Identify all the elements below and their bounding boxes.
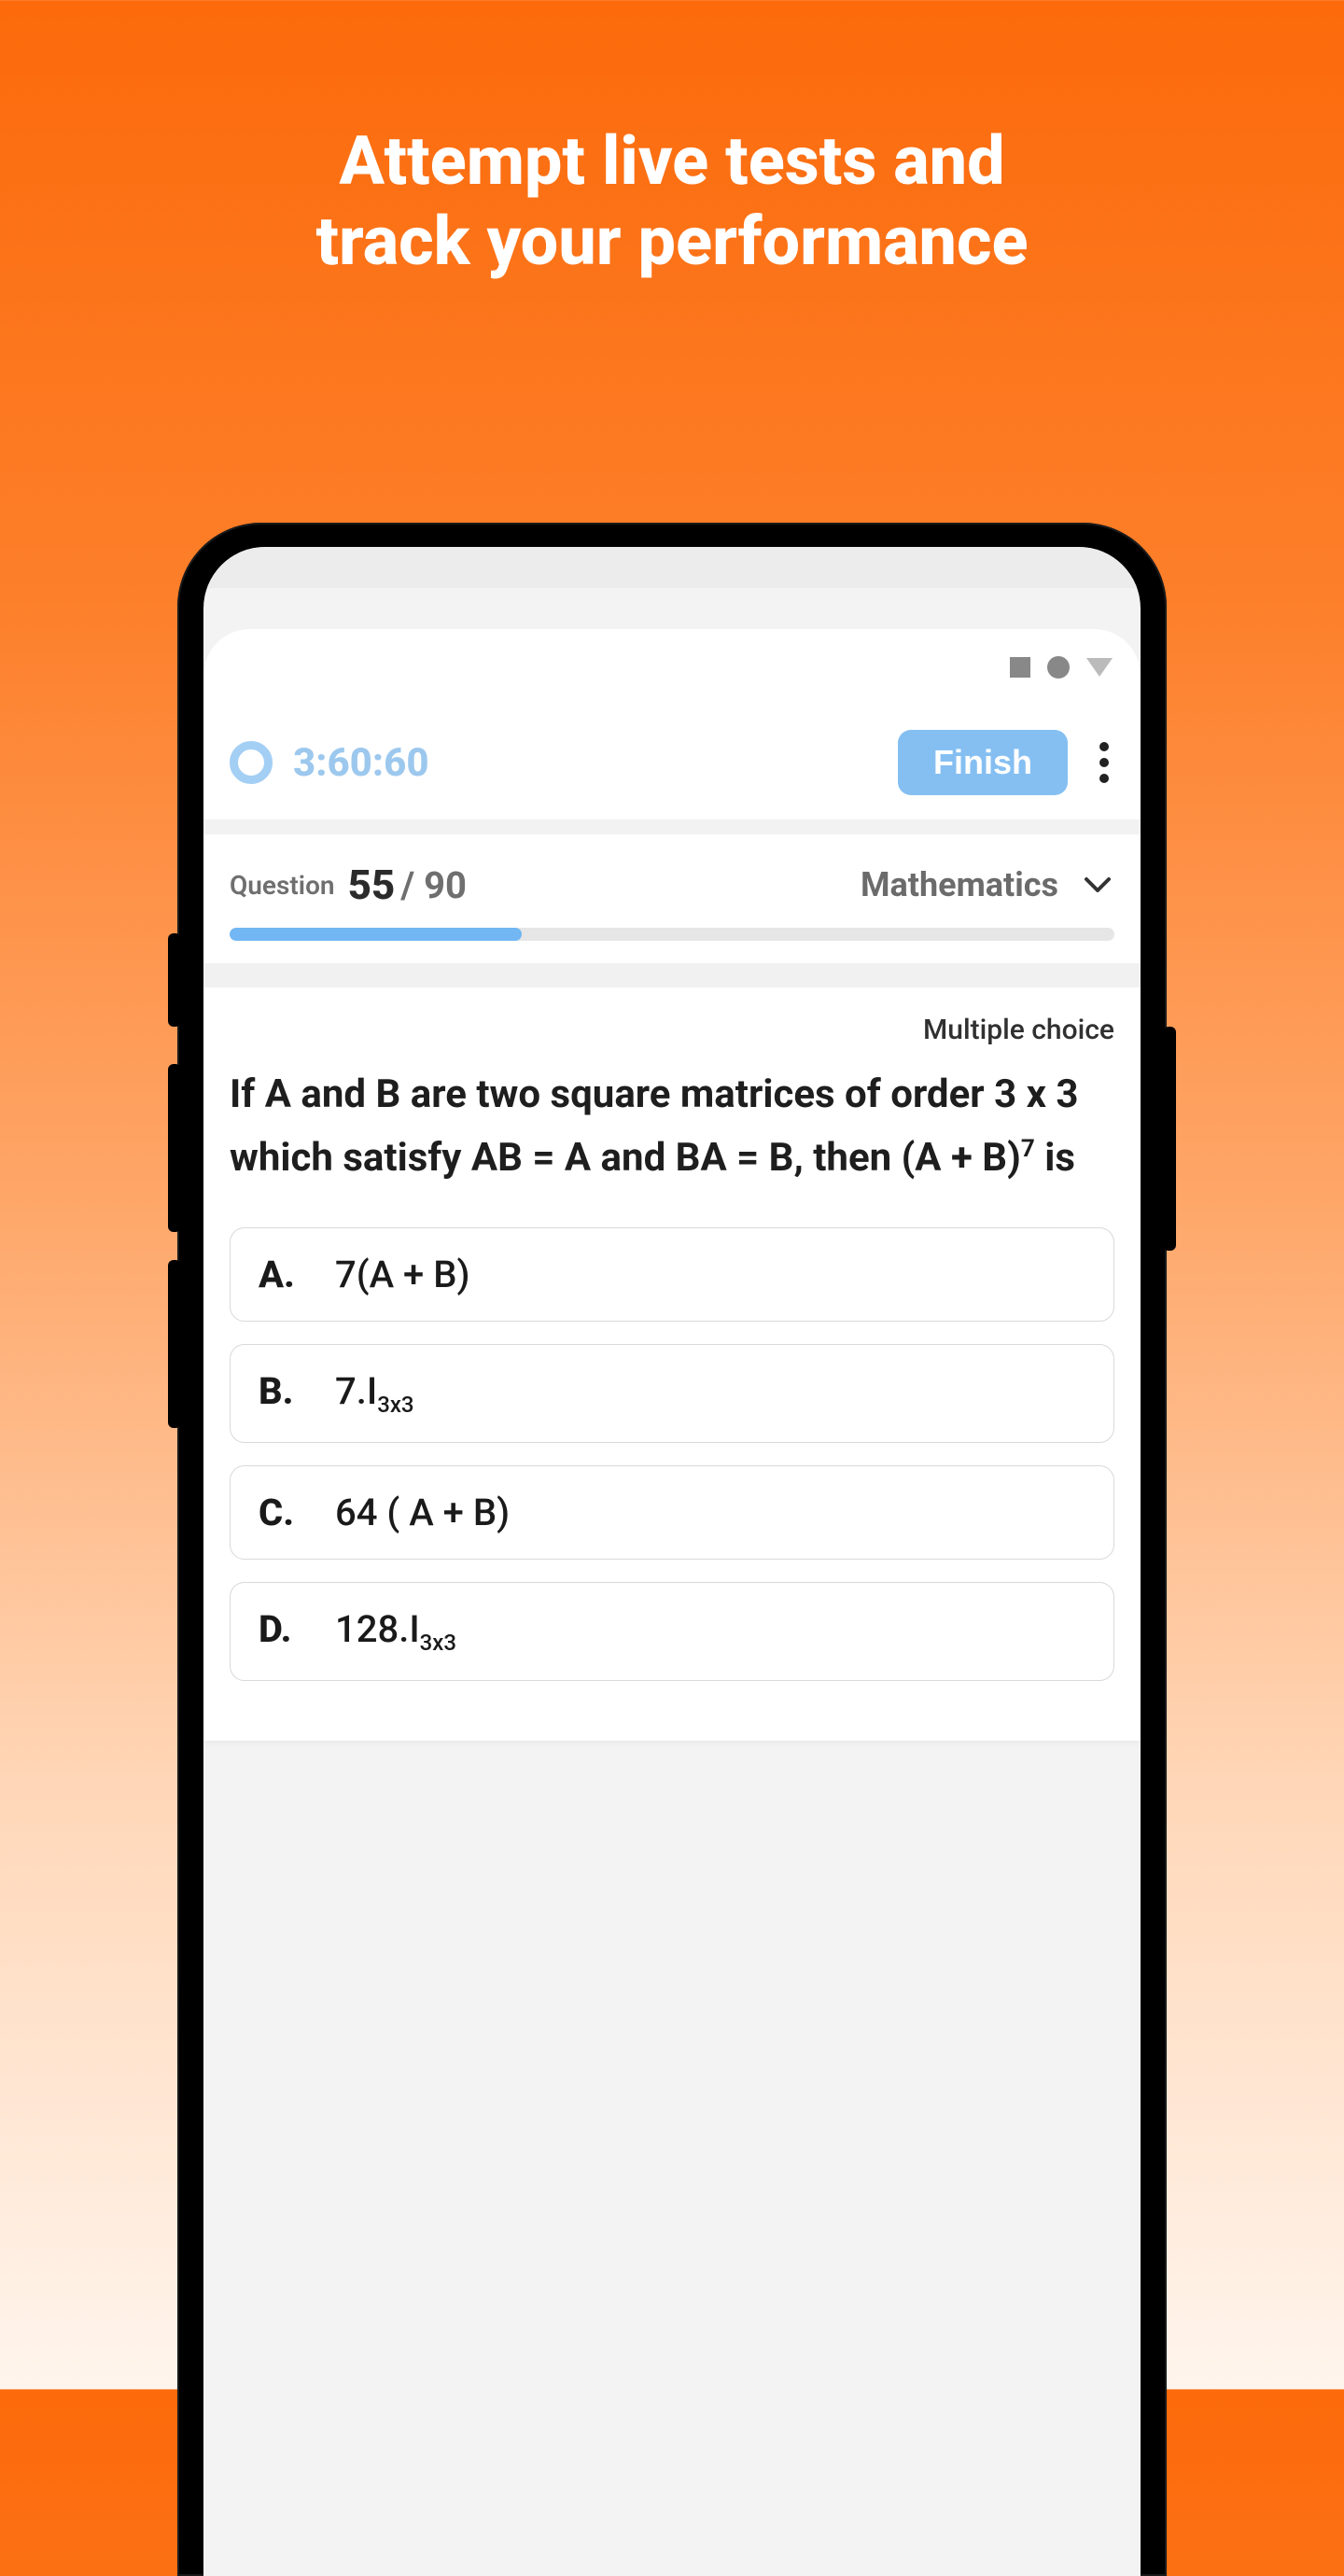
marketing-line-2: track your performance — [0, 202, 1344, 282]
question-current: 55 — [348, 861, 396, 909]
timer-icon — [230, 741, 273, 784]
option-letter: B. — [259, 1369, 300, 1413]
finish-button[interactable]: Finish — [898, 730, 1068, 795]
progress-fill — [230, 928, 522, 941]
status-icon-circle — [1047, 656, 1070, 679]
option-c[interactable]: C. 64 ( A + B) — [230, 1465, 1114, 1560]
chevron-down-icon[interactable] — [1081, 868, 1114, 902]
option-text: 64 ( A + B) — [335, 1491, 510, 1534]
option-d[interactable]: D. 128.I3x3 — [230, 1582, 1114, 1681]
status-bar — [203, 629, 1141, 706]
kebab-menu-icon[interactable] — [1094, 735, 1114, 791]
question-card: Multiple choice If A and B are two squar… — [203, 987, 1141, 1741]
phone-mock: 3:60:60 Finish Question 55 / 90 Mathemat… — [177, 523, 1167, 2576]
progress-bar — [230, 928, 1114, 941]
option-text: 128.I3x3 — [335, 1607, 456, 1656]
question-text: If A and B are two square matrices of or… — [230, 1063, 1114, 1190]
option-b[interactable]: B. 7.I3x3 — [230, 1344, 1114, 1443]
timer-bar: 3:60:60 Finish — [203, 706, 1141, 819]
option-letter: C. — [259, 1491, 300, 1534]
question-label: Question — [230, 870, 335, 901]
option-letter: D. — [259, 1607, 300, 1651]
status-icon-triangle — [1086, 658, 1113, 677]
option-a[interactable]: A. 7(A + B) — [230, 1227, 1114, 1322]
timer-value: 3:60:60 — [293, 740, 429, 786]
marketing-headline: Attempt live tests and track your perfor… — [0, 0, 1344, 283]
question-type-label: Multiple choice — [230, 1014, 1114, 1046]
marketing-line-1: Attempt live tests and — [0, 121, 1344, 202]
option-text: 7(A + B) — [335, 1253, 469, 1296]
question-progress-header: Question 55 / 90 Mathematics — [203, 834, 1141, 963]
question-total: / 90 — [400, 863, 467, 907]
subject-dropdown-label[interactable]: Mathematics — [861, 865, 1058, 904]
option-letter: A. — [259, 1253, 300, 1296]
status-icon-square — [1010, 657, 1030, 678]
option-text: 7.I3x3 — [335, 1369, 414, 1418]
